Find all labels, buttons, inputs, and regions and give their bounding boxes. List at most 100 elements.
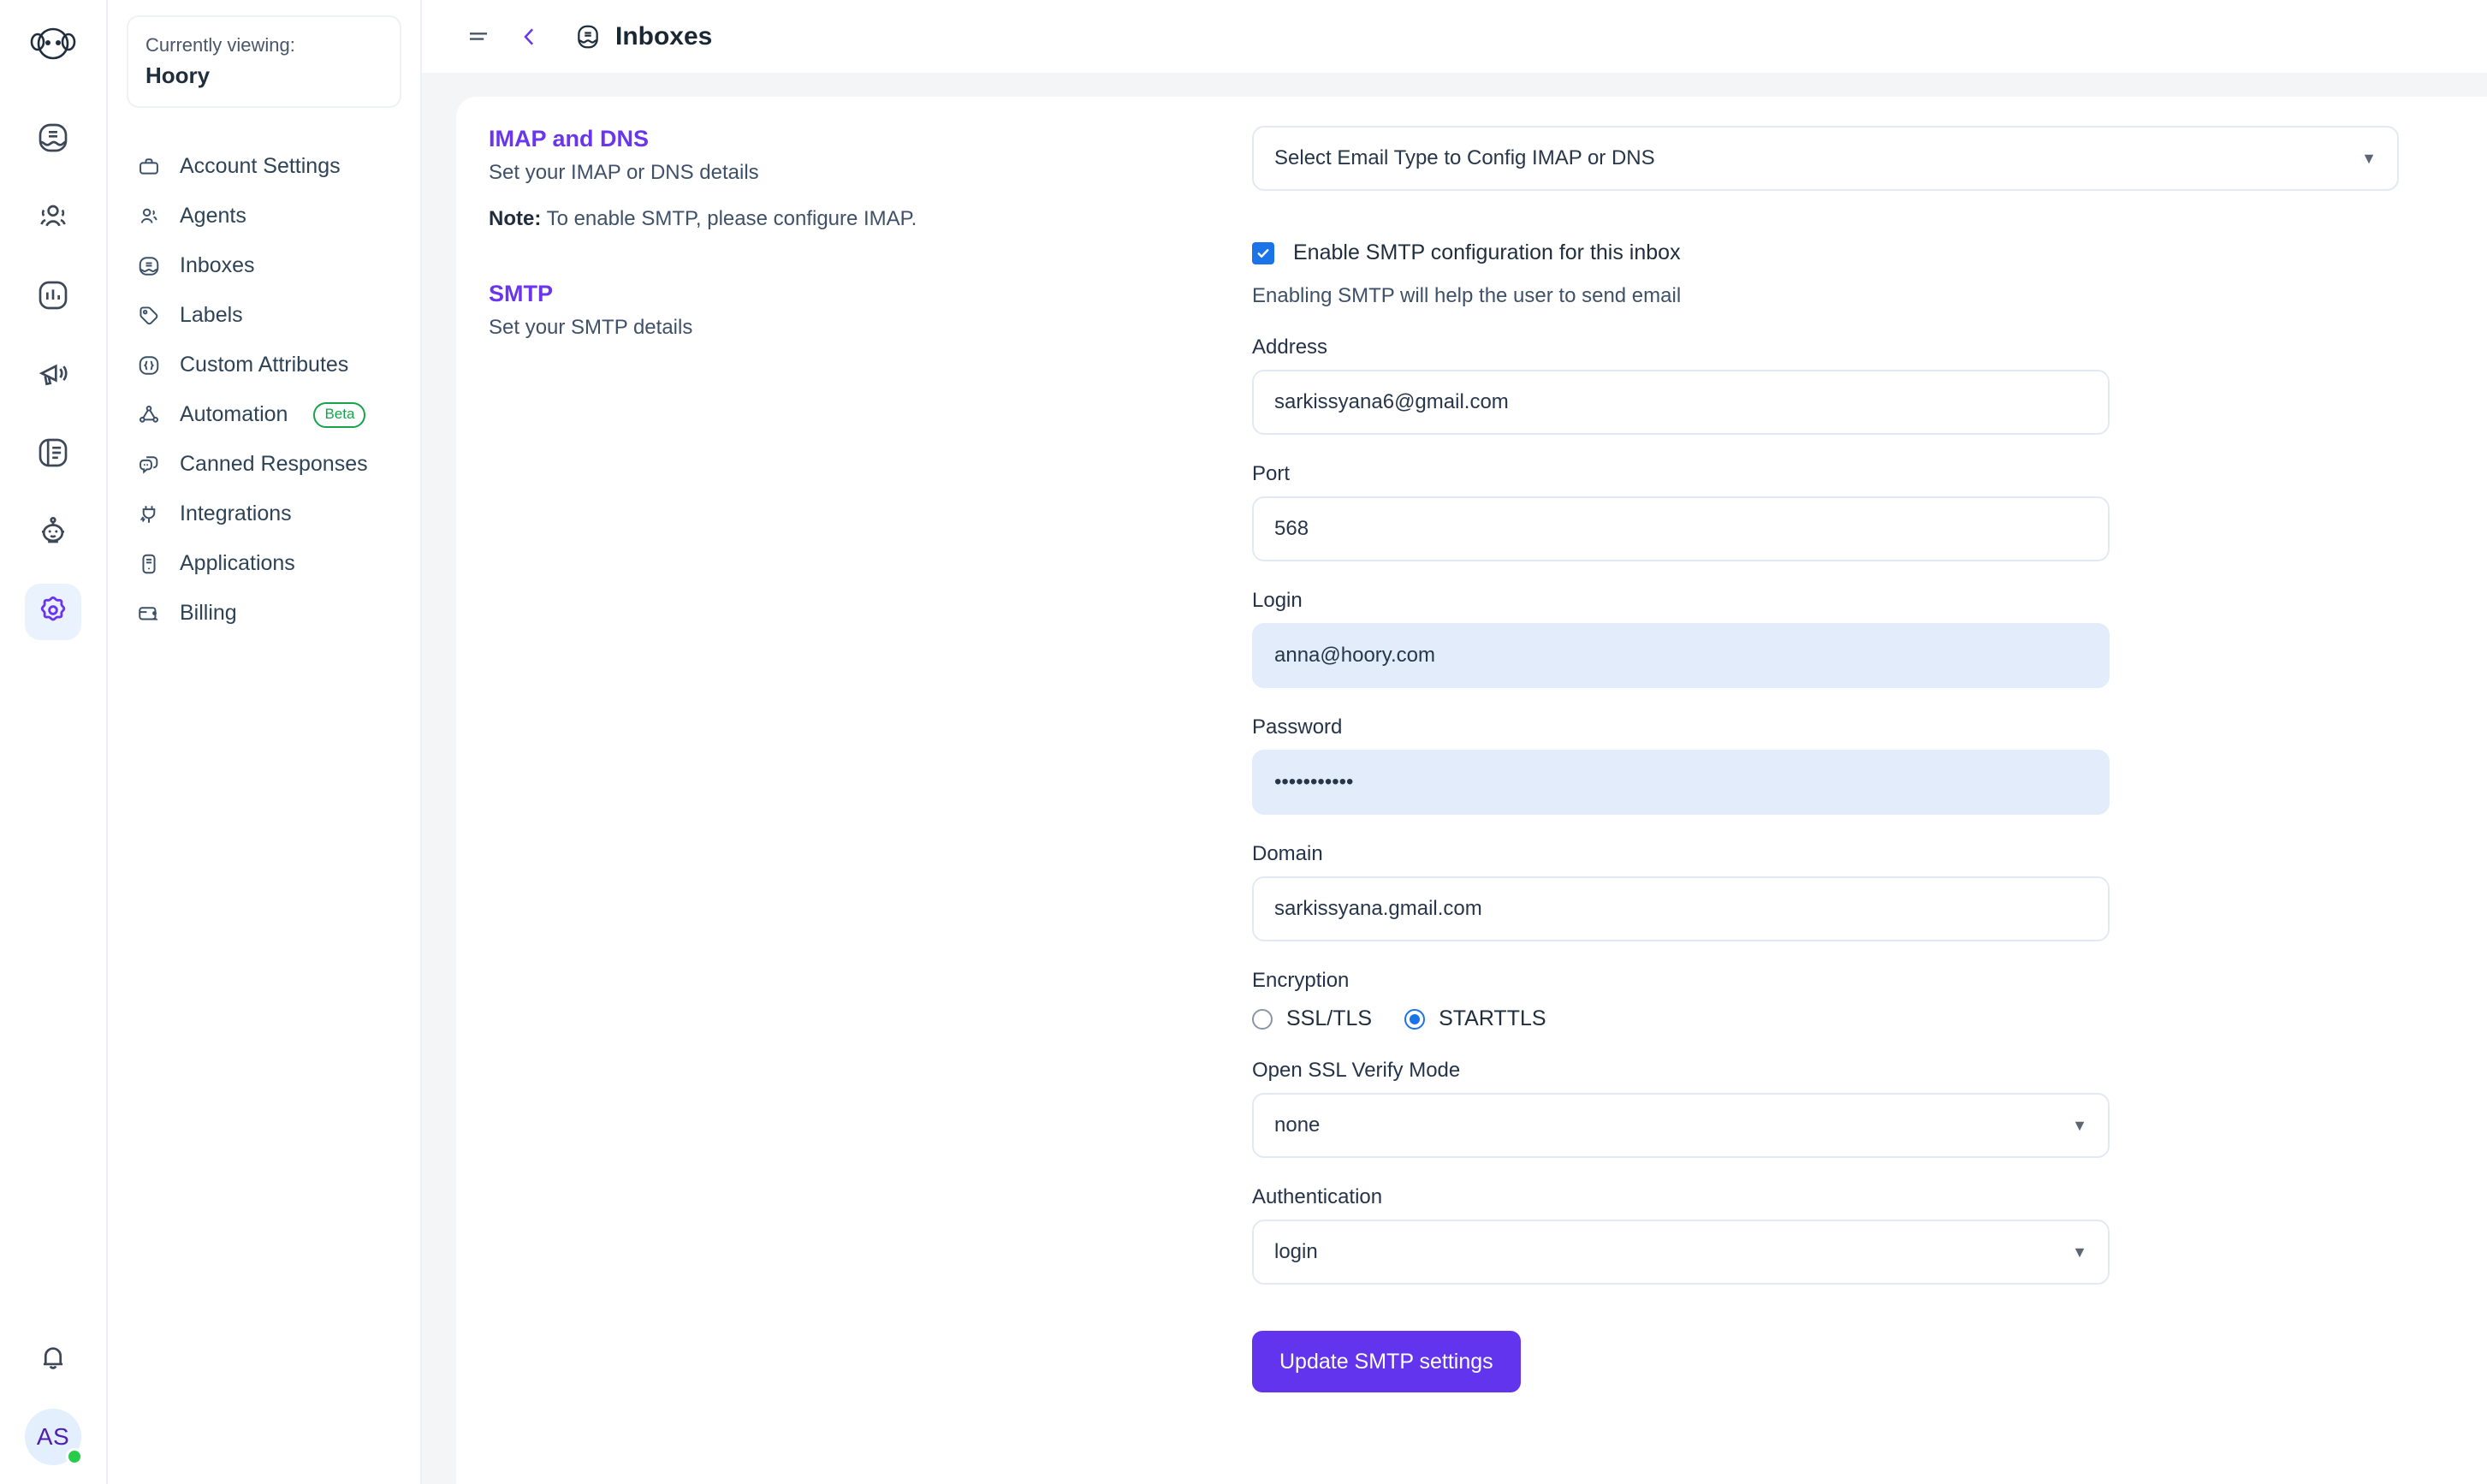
encryption-field: Encryption SSL/TLS STARTTLS: [1252, 969, 2110, 1031]
sidebar-item-label: Inboxes: [180, 253, 255, 278]
enable-smtp-label: Enable SMTP configuration for this inbox: [1293, 240, 1681, 264]
rail-item-contacts[interactable]: [25, 190, 81, 246]
sidebar-item-label: Canned Responses: [180, 452, 368, 477]
app-icon: [135, 550, 163, 578]
sidebar-item-label: Automation: [180, 402, 288, 427]
password-field: Password •••••••••••: [1252, 715, 2110, 815]
sidebar-item-custom-attributes[interactable]: Custom Attributes: [127, 341, 401, 390]
megaphone-icon: [36, 357, 70, 395]
domain-input[interactable]: sarkissyana.gmail.com: [1252, 876, 2110, 941]
rail-item-settings[interactable]: [25, 584, 81, 640]
sidebar-item-canned-responses[interactable]: Canned Responses: [127, 440, 401, 490]
main-area: Inboxes IMAP and DNS Set your IMAP or DN…: [422, 0, 2487, 1484]
smtp-section-heading: SMTP Set your SMTP details: [489, 281, 1218, 340]
page-title: Inboxes: [573, 21, 712, 52]
authentication-field: Authentication login ▼: [1252, 1185, 2110, 1285]
radio-starttls[interactable]: [1404, 1008, 1426, 1030]
sidebar-item-label: Applications: [180, 551, 295, 576]
sidebar-item-label: Integrations: [180, 502, 292, 526]
braces-icon: [135, 352, 163, 379]
port-value: 568: [1274, 517, 1309, 540]
plug-icon: [135, 501, 163, 528]
imap-note: Note: To enable SMTP, please configure I…: [489, 207, 1218, 231]
imap-note-body: To enable SMTP, please configure IMAP.: [541, 207, 917, 230]
radio-starttls-label: STARTTLS: [1439, 1006, 1546, 1030]
email-type-select-value: Select Email Type to Config IMAP or DNS: [1274, 146, 1655, 169]
radio-ssl-tls-label: SSL/TLS: [1286, 1006, 1373, 1030]
rail-bottom: AS: [0, 1332, 106, 1484]
login-value: anna@hoory.com: [1274, 644, 1436, 667]
rail-item-conversations[interactable]: [25, 111, 81, 168]
rail-item-campaigns[interactable]: [25, 347, 81, 404]
top-bar: Inboxes: [422, 0, 2487, 73]
smtp-help-text: Enabling SMTP will help the user to send…: [1252, 284, 1682, 307]
rail-items: [25, 111, 81, 640]
hoory-monkey-logo[interactable]: [25, 19, 81, 75]
briefcase-icon: [135, 153, 163, 181]
ssl-verify-select[interactable]: none ▼: [1252, 1093, 2110, 1158]
password-input[interactable]: •••••••••••: [1252, 750, 2110, 815]
chevron-left-icon[interactable]: [514, 21, 545, 52]
inbox-icon: [573, 21, 603, 52]
smtp-subtitle: Set your SMTP details: [489, 316, 693, 339]
imap-note-prefix: Note:: [489, 207, 542, 230]
sidebar-item-automation[interactable]: Automation Beta: [127, 390, 401, 440]
sidebar-item-account-settings[interactable]: Account Settings: [127, 142, 401, 192]
address-label: Address: [1252, 335, 1328, 359]
presence-indicator: [66, 1448, 83, 1465]
rail-item-knowledge-base[interactable]: [25, 426, 81, 483]
imap-subtitle: Set your IMAP or DNS details: [489, 161, 759, 184]
port-label: Port: [1252, 462, 1291, 485]
login-field: Login anna@hoory.com: [1252, 589, 2110, 688]
settings-menu: Account Settings Agents Inboxes Labels C…: [127, 142, 401, 638]
radio-ssl-tls[interactable]: [1252, 1008, 1273, 1030]
sidebar-item-inboxes[interactable]: Inboxes: [127, 241, 401, 291]
address-input[interactable]: sarkissyana6@gmail.com: [1252, 370, 2110, 435]
rail-item-bot[interactable]: [25, 505, 81, 561]
sidebar-item-integrations[interactable]: Integrations: [127, 490, 401, 539]
sidebar-item-label: Account Settings: [180, 154, 341, 179]
domain-field: Domain sarkissyana.gmail.com: [1252, 842, 2110, 941]
update-smtp-settings-button[interactable]: Update SMTP settings: [1252, 1331, 1521, 1392]
domain-label: Domain: [1252, 842, 1323, 865]
encryption-label: Encryption: [1252, 969, 1350, 992]
email-type-select[interactable]: Select Email Type to Config IMAP or DNS …: [1252, 126, 2399, 191]
settings-card: IMAP and DNS Set your IMAP or DNS detail…: [456, 97, 2487, 1484]
password-value: •••••••••••: [1274, 770, 1354, 793]
sidebar-item-agents[interactable]: Agents: [127, 192, 401, 241]
bar-chart-icon: [36, 278, 70, 317]
sidebar-item-label: Billing: [180, 601, 237, 626]
settings-sidebar: Currently viewing: Hoory Account Setting…: [108, 0, 422, 1484]
sidebar-item-label: Labels: [180, 303, 243, 328]
smtp-title: SMTP: [489, 281, 554, 306]
tag-icon: [135, 302, 163, 329]
enable-smtp-row: Enable SMTP configuration for this inbox: [1252, 240, 2405, 265]
authentication-value: login: [1274, 1240, 1318, 1263]
login-input[interactable]: anna@hoory.com: [1252, 623, 2110, 688]
enable-smtp-checkbox[interactable]: [1252, 241, 1274, 264]
authentication-label: Authentication: [1252, 1185, 1383, 1208]
hamburger-icon[interactable]: [463, 21, 494, 52]
address-value: sarkissyana6@gmail.com: [1274, 390, 1509, 413]
authentication-select[interactable]: login ▼: [1252, 1220, 2110, 1285]
book-icon: [36, 436, 70, 474]
port-input[interactable]: 568: [1252, 496, 2110, 561]
imap-section-heading: IMAP and DNS Set your IMAP or DNS detail…: [489, 126, 1218, 231]
chevron-down-icon: ▼: [2361, 150, 2377, 167]
sidebar-item-applications[interactable]: Applications: [127, 539, 401, 589]
ssl-verify-label: Open SSL Verify Mode: [1252, 1059, 1461, 1082]
people-icon: [36, 199, 70, 238]
sidebar-item-billing[interactable]: Billing: [127, 589, 401, 638]
agents-icon: [135, 203, 163, 230]
imap-title: IMAP and DNS: [489, 126, 650, 151]
robot-icon: [36, 514, 70, 553]
password-label: Password: [1252, 715, 1343, 739]
currently-viewing-card[interactable]: Currently viewing: Hoory: [127, 15, 401, 108]
sidebar-item-labels[interactable]: Labels: [127, 291, 401, 341]
chevron-down-icon: ▼: [2072, 1244, 2087, 1261]
content-canvas: IMAP and DNS Set your IMAP or DNS detail…: [422, 73, 2487, 1484]
billing-card-icon: [135, 600, 163, 627]
avatar[interactable]: AS: [25, 1409, 83, 1465]
rail-item-reports[interactable]: [25, 269, 81, 325]
bell-icon[interactable]: [27, 1332, 79, 1383]
